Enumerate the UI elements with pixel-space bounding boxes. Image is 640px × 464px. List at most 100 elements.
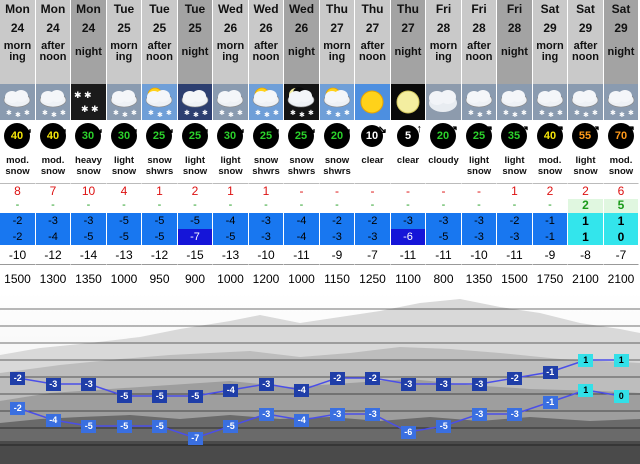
freezing-level-cell: 1500 — [497, 265, 533, 293]
freezing-level-cell: 950 — [142, 265, 178, 293]
max-temp-cell: -4 — [284, 213, 320, 229]
svg-text:✱: ✱ — [51, 111, 57, 119]
time-of-day-label: night — [284, 47, 319, 58]
night-heavy-snow-icon: ✱ ✱✱ ✱ — [71, 84, 106, 120]
weather-icon-cell: ✱✱✱ — [249, 84, 284, 120]
date-label: 26 — [249, 21, 283, 36]
freezing-level-cell: 1000 — [284, 265, 320, 293]
svg-text:✱: ✱ — [477, 111, 483, 119]
svg-text:✱: ✱ — [255, 109, 261, 117]
min-temp-marker: -5 — [436, 420, 451, 433]
max-temp-marker: -1 — [543, 366, 558, 379]
summary-cell: heavy snow — [71, 150, 107, 184]
time-of-day-label: night — [604, 47, 638, 58]
temperature-chart: -2-2-3-4-3-5-5-5-5-5-5-7-4-5-3-3-4-4-2-3… — [0, 293, 640, 464]
date-label: 25 — [142, 21, 177, 36]
time-of-day-label: night — [391, 47, 425, 58]
night-cloud-snow-icon: ✱✱✱ — [178, 84, 213, 120]
svg-text:✱: ✱ — [583, 111, 589, 119]
cloud-snow-icon: ✱✱✱ — [107, 84, 142, 120]
wind-direction-icon: ↗ — [484, 123, 493, 136]
svg-text:✱: ✱ — [131, 109, 137, 117]
svg-text:✱: ✱ — [486, 109, 492, 117]
min-temp-cell: -3 — [249, 229, 284, 245]
cloud-snow-icon: ✱✱✱ — [462, 84, 497, 120]
wind-cell: 25↗ — [462, 120, 497, 150]
date-label: 26 — [284, 21, 319, 36]
max-temp-marker: 1 — [614, 354, 629, 367]
svg-text:✱: ✱ — [628, 109, 634, 117]
day-label: Tue — [142, 2, 177, 17]
max-temp-cell: -3 — [249, 213, 284, 229]
wind-chill-cell: -8 — [568, 245, 604, 265]
min-temp-cell: -3 — [462, 229, 497, 245]
weather-icon-cell: ✱✱✱ — [497, 84, 533, 120]
wind-chill-cell: -11 — [497, 245, 533, 265]
max-temp-marker: -3 — [46, 378, 61, 391]
summary-cell: snow shwrs — [320, 150, 355, 184]
time-of-day-label: night — [71, 47, 106, 58]
column-header: Fri28afternoon — [462, 0, 497, 84]
max-temp-marker: -3 — [401, 378, 416, 391]
wind-cell: 40↗ — [533, 120, 568, 150]
svg-text:✱: ✱ — [60, 109, 66, 117]
wind-chill-cell: -10 — [0, 245, 36, 265]
column-header: Thu27morning — [320, 0, 355, 84]
weather-icon-cell: ✱✱✱ — [107, 84, 142, 120]
rain-cell: - — [497, 199, 533, 213]
min-temp-cell: -5 — [107, 229, 142, 245]
time-of-day-label: afternoon — [36, 41, 70, 63]
day-label: Sat — [568, 2, 603, 17]
day-label: Sat — [533, 2, 567, 17]
day-label: Mon — [71, 2, 106, 17]
summary-cell: light snow — [462, 150, 497, 184]
max-temp-cell: -2 — [497, 213, 533, 229]
freezing-level-cell: 1750 — [533, 265, 568, 293]
min-temp-marker: -5 — [223, 420, 238, 433]
snow-cell: 6 — [604, 184, 639, 199]
rain-cell: 5 — [604, 199, 639, 213]
min-temp-cell: -3 — [355, 229, 391, 245]
wind-direction-icon: ↘ — [271, 123, 280, 136]
max-temp-cell: -3 — [391, 213, 426, 229]
freezing-level-cell: 1000 — [107, 265, 142, 293]
max-temp-cell: -4 — [213, 213, 249, 229]
weather-icon-cell: ✱✱✱ — [0, 84, 36, 120]
wind-direction-icon: ↘ — [165, 123, 174, 136]
wind-chill-cell: -15 — [178, 245, 213, 265]
max-temp-cell: -3 — [36, 213, 71, 229]
date-label: 29 — [604, 21, 638, 36]
min-temp-marker: -6 — [401, 426, 416, 439]
svg-text:✱: ✱ — [503, 109, 509, 117]
moon-icon — [391, 84, 426, 120]
svg-text:✱: ✱ — [521, 109, 527, 117]
wind-chill-cell: -11 — [391, 245, 426, 265]
max-temp-cell: -2 — [320, 213, 355, 229]
wind-cell: 35↗ — [497, 120, 533, 150]
min-temp-cell: 1 — [568, 229, 604, 245]
column-header: Fri28night — [497, 0, 533, 84]
day-label: Mon — [0, 2, 35, 17]
svg-text:✱: ✱ — [157, 111, 163, 119]
day-label: Wed — [213, 2, 248, 17]
min-temp-marker: 1 — [578, 384, 593, 397]
wind-direction-icon: ↗ — [626, 123, 635, 136]
date-label: 26 — [213, 21, 248, 36]
svg-text:✱: ✱ — [184, 109, 190, 117]
wind-direction-icon: ↗ — [520, 123, 529, 136]
date-label: 29 — [533, 21, 567, 36]
min-temp-cell: -5 — [426, 229, 462, 245]
min-temp-marker: -1 — [543, 396, 558, 409]
date-label: 24 — [0, 21, 35, 36]
wind-cell: 20↗ — [426, 120, 462, 150]
date-label: 29 — [568, 21, 603, 36]
freezing-level-cell: 900 — [178, 265, 213, 293]
min-temp-cell: -1 — [533, 229, 568, 245]
snow-cell: - — [284, 184, 320, 199]
rain-cell: - — [391, 199, 426, 213]
wind-cell: 70↗ — [604, 120, 639, 150]
weather-icon-cell: ✱ ✱✱ ✱ — [71, 84, 107, 120]
freezing-level-cell: 1350 — [462, 265, 497, 293]
wind-direction-icon: ↗ — [555, 123, 564, 136]
freezing-level-cell: 1300 — [36, 265, 71, 293]
